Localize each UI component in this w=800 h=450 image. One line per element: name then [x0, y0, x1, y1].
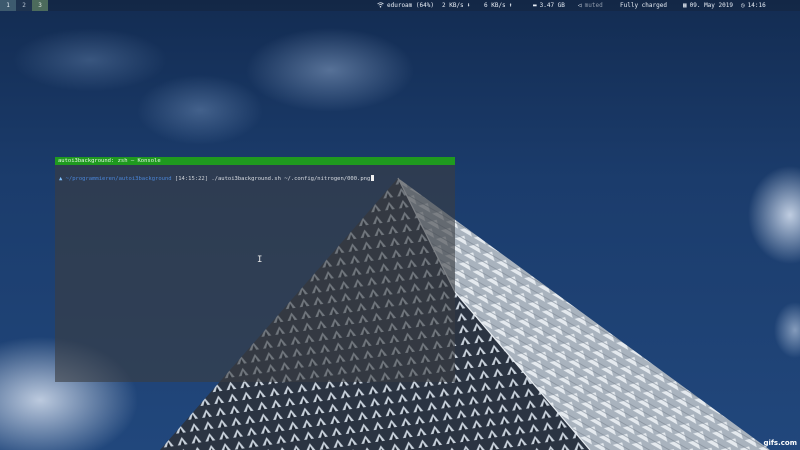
wifi-label: eduroam (64%)	[387, 2, 434, 9]
workspace-button-3[interactable]: 3	[32, 0, 48, 11]
prompt-arrow-icon: ▲	[59, 176, 63, 182]
clock-icon: ◷	[741, 2, 745, 9]
prompt-path: ~/programmieren/autoi3background	[65, 176, 172, 182]
terminal-title-bar[interactable]: autoi3background: zsh — Konsole	[55, 157, 455, 165]
top-status-bar: 1 2 3 eduroam (64%) 2 KB/s ⬇ 6 KB/s ⬆ ▬ …	[0, 0, 800, 11]
workspace-button-2[interactable]: 2	[16, 0, 32, 11]
upload-label: 6 KB/s	[484, 2, 506, 9]
download-status: 2 KB/s ⬇	[442, 0, 473, 11]
date-label: 09. May 2019	[689, 2, 733, 9]
wifi-status: eduroam (64%)	[377, 0, 434, 11]
volume-mute-icon: ◁	[578, 2, 582, 9]
gifs-watermark: gifs.com	[763, 439, 797, 447]
clock-label: 14:16	[747, 2, 766, 9]
download-icon: ⬇	[466, 2, 471, 9]
wifi-icon	[377, 1, 384, 10]
terminal-window[interactable]: autoi3background: zsh — Konsole ▲ ~/prog…	[55, 157, 455, 382]
workspace-button-1[interactable]: 1	[0, 0, 16, 11]
battery-status: Fully charged	[620, 0, 667, 11]
terminal-body[interactable]: ▲ ~/programmieren/autoi3background [14:1…	[55, 165, 455, 182]
upload-icon: ⬆	[508, 2, 513, 9]
download-label: 2 KB/s	[442, 2, 464, 9]
upload-status: 6 KB/s ⬆	[484, 0, 515, 11]
memory-label: 3.47 GB	[539, 2, 565, 9]
terminal-cursor	[371, 175, 375, 181]
memory-icon: ▬	[533, 2, 537, 9]
mouse-ibeam-cursor-icon: I	[257, 255, 263, 265]
volume-status: ◁ muted	[578, 0, 603, 11]
calendar-icon: ▦	[683, 2, 687, 9]
clock-status: ◷ 14:16	[741, 0, 766, 11]
terminal-command: ./autoi3background.sh ~/.config/nitrogen…	[211, 176, 371, 182]
date-status: ▦ 09. May 2019	[683, 0, 733, 11]
volume-label: muted	[584, 2, 603, 9]
battery-label: Fully charged	[620, 2, 667, 9]
memory-status: ▬ 3.47 GB	[533, 0, 565, 11]
prompt-time: [14:15:22]	[174, 176, 209, 182]
